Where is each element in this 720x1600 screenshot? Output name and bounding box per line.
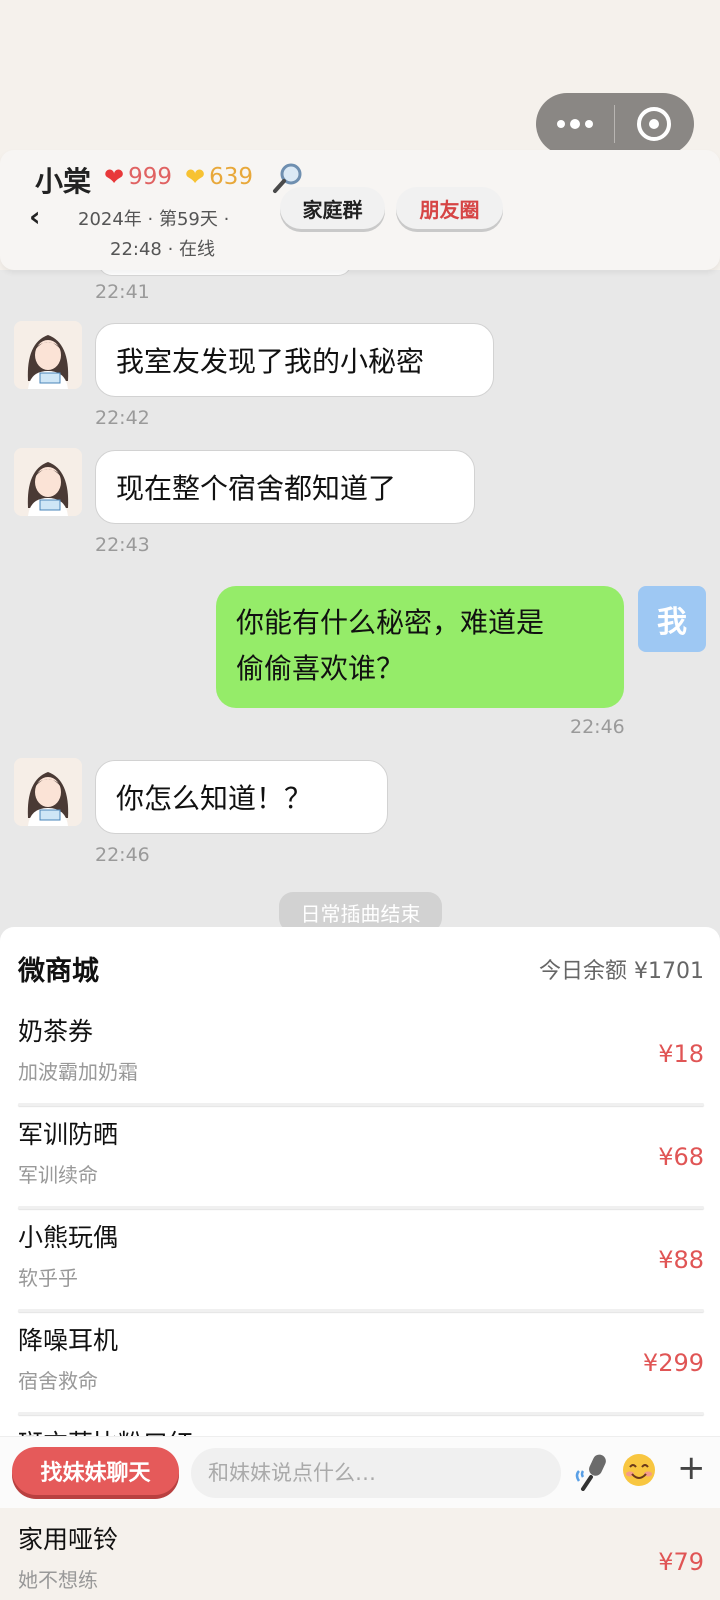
- yellow-heart-icon: ❤: [185, 163, 206, 191]
- shop-item-name: 家用哑铃: [18, 1525, 119, 1554]
- shop-item-desc: 宿舍救命: [18, 1369, 98, 1393]
- item-divider: [18, 1309, 704, 1312]
- item-divider: [18, 1103, 704, 1106]
- message-time: 22:41: [95, 281, 150, 303]
- avatar[interactable]: [14, 321, 82, 389]
- sent-line-2: 偷偷喜欢谁？: [236, 652, 405, 685]
- shop-item-price: ¥79: [658, 1548, 704, 1576]
- item-divider: [18, 1206, 704, 1209]
- gold-value: 639: [209, 164, 254, 190]
- message-time: 22:43: [95, 534, 150, 556]
- avatar[interactable]: [14, 758, 82, 826]
- girl-avatar-icon: [14, 448, 82, 516]
- message-input[interactable]: [191, 1448, 561, 1498]
- back-button[interactable]: ‹: [29, 200, 41, 233]
- shop-item-desc: 加波霸加奶霜: [18, 1060, 138, 1084]
- affection-value: 999: [128, 164, 173, 190]
- gold-stat: ❤ 639: [185, 163, 253, 191]
- red-heart-icon: ❤: [104, 163, 125, 191]
- message-time: 22:46: [95, 844, 150, 866]
- moments-button[interactable]: 朋友圈: [396, 187, 503, 229]
- shop-item-desc: 军训续命: [18, 1163, 98, 1187]
- avatar[interactable]: [14, 448, 82, 516]
- message-time: 22:46: [570, 716, 625, 738]
- shop-item-name: 军训防晒: [18, 1120, 119, 1149]
- shop-item-price: ¥88: [658, 1246, 704, 1274]
- more-options-icon[interactable]: [536, 93, 614, 155]
- chat-bubble-sent[interactable]: 你能有什么秘密，难道是 偷偷喜欢谁？: [216, 586, 624, 708]
- chat-bubble-received[interactable]: 我室友发现了我的小秘密: [95, 323, 494, 397]
- shop-item-name: 小熊玩偶: [18, 1223, 119, 1252]
- micro-shop-panel: 微商城 今日余额 ¥1701 奶茶券 加波霸加奶霜 ¥18 军训防晒 军训续命 …: [0, 927, 720, 1439]
- sent-line-1: 你能有什么秘密，难道是: [236, 606, 545, 639]
- plus-icon[interactable]: +: [677, 1448, 706, 1488]
- message-time: 22:42: [95, 407, 150, 429]
- online-status: 22:48 · 在线: [110, 239, 216, 260]
- girl-avatar-icon: [14, 321, 82, 389]
- girl-avatar-icon: [14, 758, 82, 826]
- shop-item-name: 降噪耳机: [18, 1326, 119, 1355]
- find-sister-chat-button[interactable]: 找妹妹聊天: [12, 1447, 179, 1495]
- chat-input-bar: 找妹妹聊天 +: [0, 1436, 720, 1508]
- relationship-date: 2024年 · 第59天 ·: [78, 209, 230, 230]
- microphone-icon[interactable]: [573, 1451, 609, 1491]
- shop-title: 微商城: [18, 956, 99, 987]
- shop-item-desc: 软乎乎: [18, 1266, 78, 1290]
- close-miniprogram-icon[interactable]: [615, 93, 693, 155]
- shop-item[interactable]: 降噪耳机 宿舍救命 ¥299: [0, 1317, 720, 1420]
- shop-item-price: ¥18: [658, 1040, 704, 1068]
- affection-stat: ❤ 999: [104, 163, 172, 191]
- shop-item-desc: 她不想练: [18, 1568, 98, 1592]
- my-avatar[interactable]: 我: [638, 586, 706, 652]
- episode-end-notice: 日常插曲结束: [279, 892, 442, 932]
- family-group-button[interactable]: 家庭群: [280, 187, 385, 229]
- shop-item[interactable]: 军训防晒 军训续命 ¥68: [0, 1111, 720, 1214]
- miniprogram-capsule: [536, 93, 694, 155]
- shop-item[interactable]: 小熊玩偶 软乎乎 ¥88: [0, 1214, 720, 1317]
- chat-header: ‹ 小棠 ❤ 999 ❤ 639 2024年 · 第59天 · 22:48 · …: [0, 150, 720, 270]
- shop-item[interactable]: 奶茶券 加波霸加奶霜 ¥18: [0, 1008, 720, 1111]
- bottom-area: 家用哑铃 她不想练 ¥79: [0, 1508, 720, 1600]
- contact-name: 小棠: [35, 165, 92, 198]
- shop-item-price: ¥68: [658, 1143, 704, 1171]
- shop-item[interactable]: 家用哑铃 她不想练 ¥79: [0, 1516, 720, 1600]
- shop-item-name: 奶茶券: [18, 1017, 94, 1046]
- item-divider: [18, 1412, 704, 1415]
- chat-bubble-received[interactable]: 你怎么知道！？: [95, 760, 388, 834]
- shop-item-price: ¥299: [642, 1349, 704, 1377]
- shop-balance: 今日余额 ¥1701: [539, 959, 704, 984]
- chat-bubble-received[interactable]: 现在整个宿舍都知道了: [95, 450, 475, 524]
- emoji-icon[interactable]: [622, 1453, 656, 1487]
